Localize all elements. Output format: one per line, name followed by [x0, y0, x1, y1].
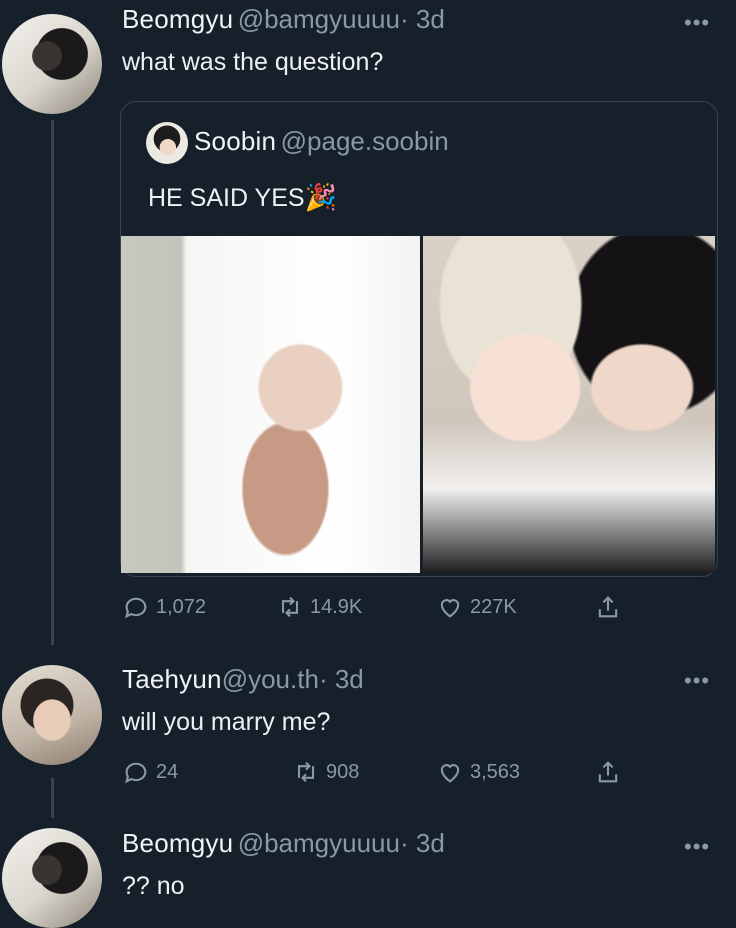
like-icon	[440, 599, 460, 618]
user-handle[interactable]: @bamgyuuuu	[238, 4, 400, 34]
quoted-avatar	[146, 122, 188, 164]
share-icon	[598, 596, 618, 618]
reply-count: 24	[156, 760, 179, 783]
retweet-count: 908	[326, 760, 360, 783]
like-button[interactable]: 3,563	[436, 758, 520, 786]
like-count: 227K	[470, 595, 517, 618]
reply-icon	[125, 597, 147, 619]
quoted-header: Soobin @page.soobin	[194, 126, 449, 157]
avatar[interactable]	[2, 828, 102, 928]
timestamp[interactable]: · 3d	[319, 664, 364, 694]
share-button[interactable]	[594, 758, 622, 786]
thread-line	[51, 120, 54, 645]
quoted-user-handle: @page.soobin	[280, 126, 449, 156]
quoted-display-name: Soobin	[194, 126, 277, 156]
thread-line	[51, 778, 54, 818]
avatar[interactable]	[2, 665, 102, 765]
avatar[interactable]	[2, 14, 102, 114]
party-popper-emoji: 🎉	[304, 182, 337, 212]
tweet-header: Beomgyu @bamgyuuuu· 3d	[122, 4, 445, 35]
more-icon[interactable]: •••	[684, 668, 710, 694]
reply-button[interactable]: 1,072	[122, 593, 206, 621]
user-handle[interactable]: @bamgyuuuu	[238, 828, 400, 858]
tweet-text: what was the question?	[122, 48, 384, 76]
tweet-header: Beomgyu @bamgyuuuu· 3d	[122, 828, 445, 859]
display-name[interactable]: Beomgyu	[122, 828, 233, 858]
retweet-button[interactable]: 908	[292, 758, 359, 786]
media-photo-selfie[interactable]	[423, 236, 715, 573]
share-button[interactable]	[594, 593, 622, 621]
tweet-text: will you marry me?	[122, 708, 331, 736]
retweet-icon	[281, 596, 299, 618]
media-photo-rings[interactable]	[121, 236, 420, 573]
tweet-text: ?? no	[122, 872, 185, 900]
more-icon[interactable]: •••	[684, 834, 710, 860]
like-button[interactable]: 227K	[436, 593, 517, 621]
timestamp[interactable]: · 3d	[400, 828, 445, 858]
reply-button[interactable]: 24	[122, 758, 178, 786]
quoted-text-row: HE SAID YES🎉	[148, 182, 337, 213]
share-icon	[598, 761, 618, 783]
more-icon[interactable]: •••	[684, 10, 710, 36]
reply-count: 1,072	[156, 595, 207, 618]
quoted-text: HE SAID YES	[148, 184, 305, 212]
like-count: 3,563	[470, 760, 521, 783]
display-name[interactable]: Taehyun	[122, 664, 222, 694]
retweet-icon	[297, 761, 315, 783]
retweet-button[interactable]: 14.9K	[276, 593, 362, 621]
reply-icon	[125, 762, 147, 784]
user-handle[interactable]: @you.th	[222, 664, 319, 694]
retweet-count: 14.9K	[310, 595, 363, 618]
display-name[interactable]: Beomgyu	[122, 4, 233, 34]
like-icon	[440, 764, 460, 783]
tweet-header: Taehyun@you.th· 3d	[122, 664, 364, 695]
timestamp[interactable]: · 3d	[400, 4, 445, 34]
